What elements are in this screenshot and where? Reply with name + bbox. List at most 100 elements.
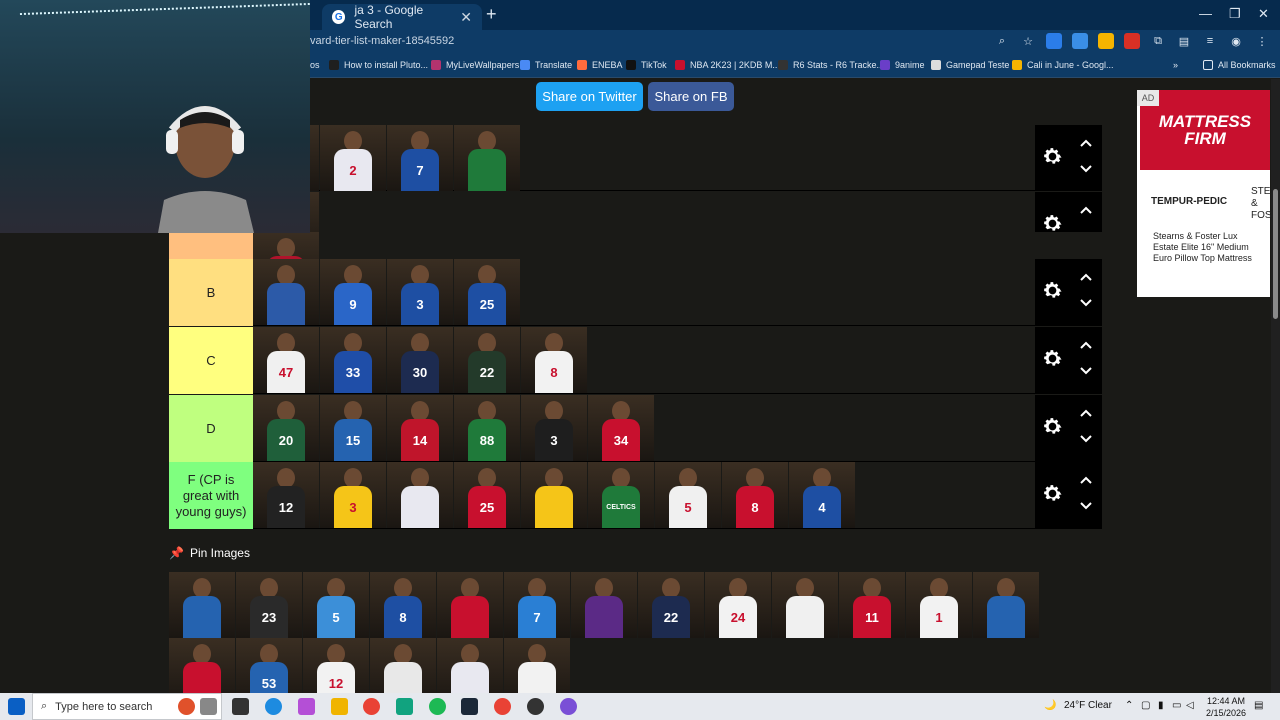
gear-icon[interactable] (1041, 145, 1064, 168)
player-card[interactable]: 1 (906, 572, 972, 638)
bookmark-item[interactable]: os (310, 60, 320, 70)
player-card[interactable]: 3 (521, 395, 587, 461)
player-card[interactable]: 7 (387, 125, 453, 191)
player-card[interactable]: 3 (387, 259, 453, 325)
tray-chevron-icon[interactable]: ⌃ (1125, 700, 1133, 711)
chrome-icon[interactable] (363, 698, 380, 715)
copilot-icon[interactable] (298, 698, 315, 715)
player-card[interactable]: 47 (253, 327, 319, 393)
chevron-down-icon[interactable] (1079, 433, 1093, 445)
player-card[interactable]: 33 (320, 327, 386, 393)
player-card[interactable]: 5 (303, 572, 369, 638)
player-card[interactable] (772, 572, 838, 638)
chevron-down-icon[interactable] (1079, 365, 1093, 377)
extension-icon[interactable] (1046, 33, 1062, 49)
extension-icon[interactable] (1098, 33, 1114, 49)
gear-icon[interactable] (1041, 482, 1064, 505)
window-close-icon[interactable]: ✕ (1258, 6, 1269, 22)
player-card[interactable]: 34 (588, 395, 654, 461)
media-icon[interactable]: ≡ (1202, 33, 1218, 49)
chrome-icon[interactable] (494, 698, 511, 715)
url-field[interactable]: vard-tier-list-maker-18545592 (310, 35, 454, 47)
player-card[interactable]: 11 (839, 572, 905, 638)
chevron-down-icon[interactable] (1079, 297, 1093, 309)
tier-items[interactable]: 47 33 30 22 8 (253, 327, 588, 394)
tier-label[interactable]: F (CP is great with young guys) (169, 462, 253, 529)
player-card[interactable]: CELTICS (588, 462, 654, 528)
advertisement[interactable]: MATTRESS FIRM AD TEMPUR-PEDIC STEA & FOS… (1137, 90, 1277, 297)
player-card[interactable] (169, 638, 235, 693)
menu-icon[interactable]: ⋮ (1254, 33, 1270, 49)
player-card[interactable]: 14 (387, 395, 453, 461)
player-card[interactable] (437, 572, 503, 638)
bookmark-item[interactable]: TikTok (626, 60, 667, 70)
player-card[interactable] (571, 572, 637, 638)
system-clock[interactable]: 12:44 AM 2/15/2026 (1196, 695, 1256, 719)
gear-icon[interactable] (1041, 415, 1064, 438)
tier-items[interactable]: 9 3 25 (253, 259, 521, 326)
player-card[interactable]: 8 (521, 327, 587, 393)
more-bookmarks-button[interactable]: » (1173, 60, 1178, 70)
player-card[interactable]: 8 (722, 462, 788, 528)
player-card[interactable]: 9 (320, 259, 386, 325)
player-card[interactable]: 20 (253, 395, 319, 461)
tier-label[interactable]: B (169, 259, 253, 326)
zoom-icon[interactable]: ⌕ (994, 33, 1010, 49)
extension-icon[interactable] (1124, 33, 1140, 49)
player-card[interactable] (437, 638, 503, 693)
extension-icon[interactable] (1072, 33, 1088, 49)
player-card[interactable] (454, 125, 520, 191)
puzzle-icon[interactable]: ⧉ (1150, 33, 1166, 49)
player-card[interactable]: 22 (454, 327, 520, 393)
chevron-down-icon[interactable] (1079, 163, 1093, 175)
player-card[interactable] (253, 259, 319, 325)
file-explorer-icon[interactable] (331, 698, 348, 715)
player-card[interactable]: 15 (320, 395, 386, 461)
spotify-icon[interactable] (429, 698, 446, 715)
bookmark-item[interactable]: How to install Pluto... (329, 60, 428, 70)
share-facebook-button[interactable]: Share on FB (648, 82, 734, 111)
player-card[interactable]: 12 (303, 638, 369, 693)
tab-close-icon[interactable]: ✕ (460, 9, 472, 26)
task-view-icon[interactable] (232, 698, 249, 715)
weather-text[interactable]: 24°F Clear (1064, 700, 1112, 711)
minimize-icon[interactable]: — (1199, 6, 1212, 21)
player-card[interactable] (973, 572, 1039, 638)
bookmark-star-icon[interactable]: ☆ (1020, 33, 1036, 49)
player-card[interactable]: 2 (320, 125, 386, 191)
chevron-up-icon[interactable] (1079, 474, 1093, 486)
player-card[interactable]: 88 (454, 395, 520, 461)
player-card[interactable]: 22 (638, 572, 704, 638)
bookmark-item[interactable]: Gamepad Teste (931, 60, 1009, 70)
all-bookmarks-button[interactable]: All Bookmarks (1203, 60, 1276, 70)
volume-icon[interactable]: ◁ (1186, 700, 1194, 711)
taskbar-app-icon[interactable] (527, 698, 544, 715)
player-card[interactable]: 8 (370, 572, 436, 638)
tier-label[interactable]: C (169, 327, 253, 394)
tab-google-search[interactable]: G ja 3 - Google Search ✕ (322, 3, 482, 31)
profile-icon[interactable]: ◉ (1228, 33, 1244, 49)
player-card[interactable]: 7 (504, 572, 570, 638)
page-scrollbar[interactable] (1271, 79, 1280, 693)
weather-icon[interactable]: 🌙 (1044, 700, 1056, 711)
edge-icon[interactable] (265, 698, 282, 715)
player-card[interactable]: 53 (236, 638, 302, 693)
windows-start-icon[interactable] (8, 698, 25, 715)
chevron-up-icon[interactable] (1079, 204, 1093, 216)
player-card[interactable]: 5 (655, 462, 721, 528)
notification-icon[interactable]: ▤ (1254, 700, 1263, 711)
tier-label[interactable] (169, 232, 253, 260)
tier-items[interactable]: 22 (253, 232, 320, 298)
taskbar-app-icon[interactable] (396, 698, 413, 715)
player-card[interactable]: 25 (454, 259, 520, 325)
player-card[interactable]: 3 (320, 462, 386, 528)
player-card[interactable]: 4 (789, 462, 855, 528)
player-card[interactable]: 30 (387, 327, 453, 393)
player-card[interactable]: 23 (236, 572, 302, 638)
chevron-down-icon[interactable] (1079, 500, 1093, 512)
bookmark-item[interactable]: ENEBA (577, 60, 623, 70)
tray-icon[interactable]: ▢ (1141, 700, 1150, 711)
player-card[interactable] (169, 572, 235, 638)
chevron-up-icon[interactable] (1079, 339, 1093, 351)
player-card[interactable] (370, 638, 436, 693)
